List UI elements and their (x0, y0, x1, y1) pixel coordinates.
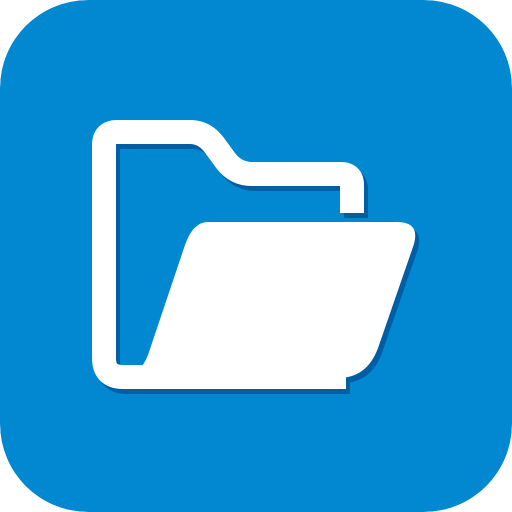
folder-open-icon (0, 0, 512, 512)
app-icon[interactable] (0, 0, 512, 512)
